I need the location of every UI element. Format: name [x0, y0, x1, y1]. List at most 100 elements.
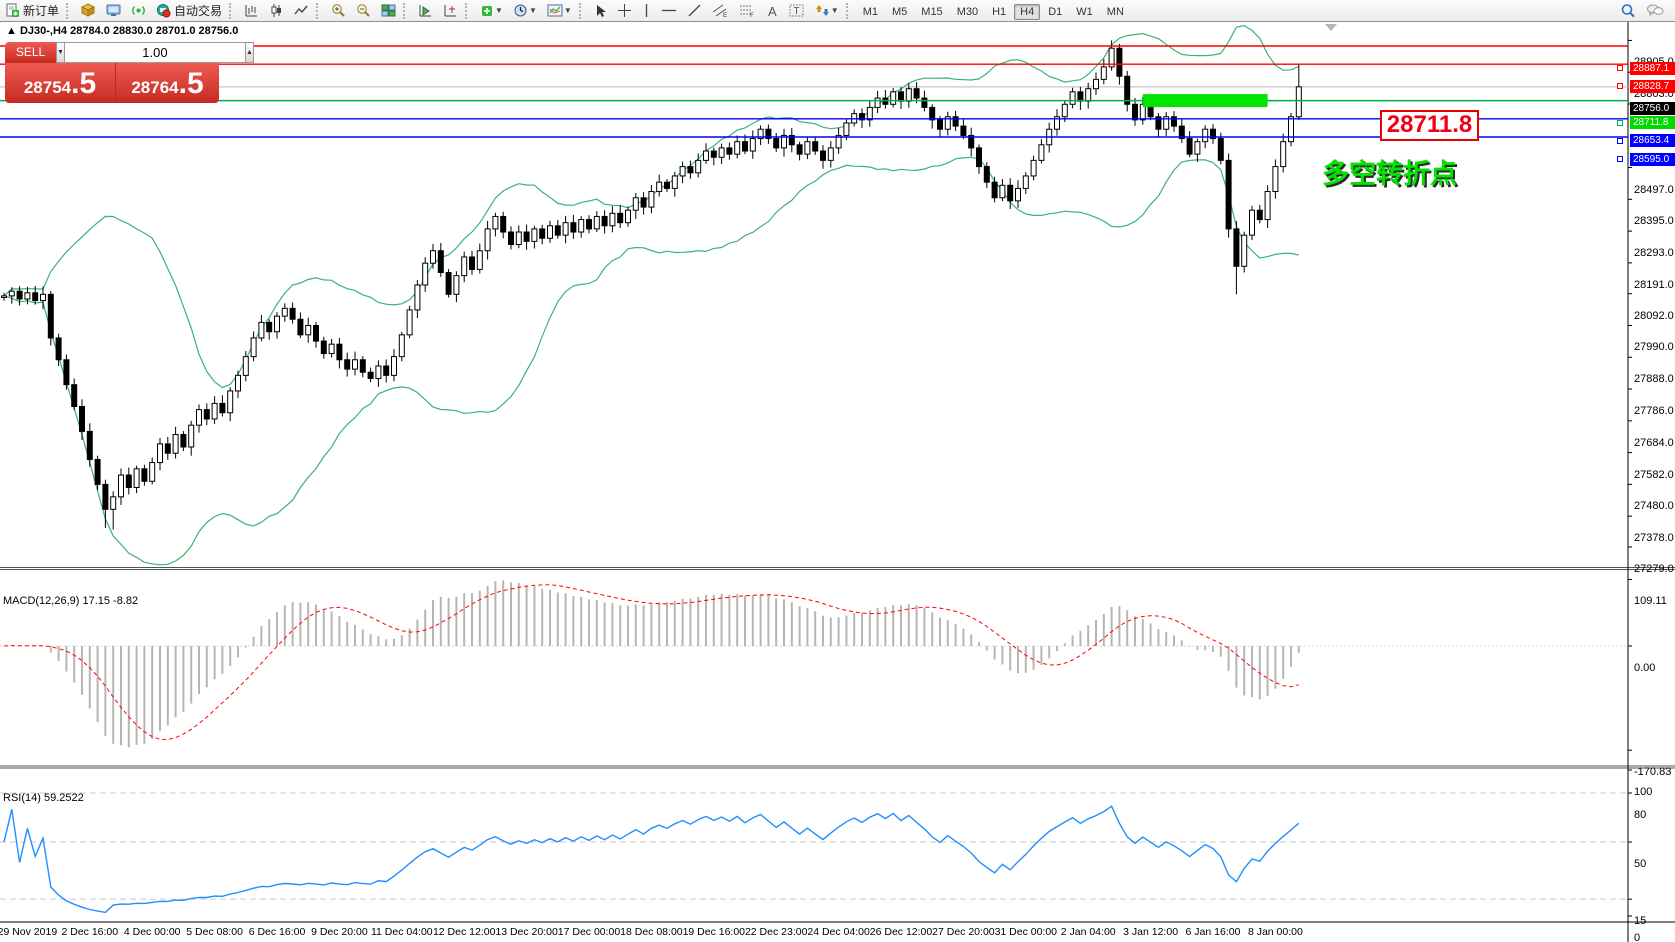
- price-tick-label: 28191.0: [1634, 279, 1674, 291]
- chart-ohlc-title: ▲ DJ30-,H4 28784.0 28830.0 28701.0 28756…: [6, 25, 238, 37]
- date-tick-label: 6 Jan 16:00: [1186, 926, 1241, 938]
- date-tick-label: 3 Jan 12:00: [1123, 926, 1178, 938]
- line-handle[interactable]: [1617, 83, 1623, 89]
- timeframe-button-d1[interactable]: D1: [1042, 4, 1068, 20]
- timeframe-button-mn[interactable]: MN: [1101, 4, 1130, 20]
- sell-price-frac: .5: [71, 67, 96, 100]
- timeframe-button-h1[interactable]: H1: [986, 4, 1012, 20]
- toolbar-separator: [403, 3, 411, 19]
- macd-label: MACD(12,26,9) 17.15 -8.82: [3, 595, 138, 607]
- cursor-button[interactable]: [590, 1, 611, 21]
- dropdown-caret-icon: ▼: [495, 6, 503, 15]
- chat-button[interactable]: [1642, 1, 1668, 21]
- text-button[interactable]: A: [762, 1, 783, 21]
- fibonacci-button[interactable]: F: [735, 1, 760, 21]
- templates-icon: [547, 3, 563, 18]
- mt4-window: 新订单 自动交易: [0, 0, 1675, 942]
- bar-chart-button[interactable]: [240, 1, 263, 21]
- highlight-zone[interactable]: [1143, 94, 1268, 107]
- sell-button-tab[interactable]: SELL: [5, 42, 56, 63]
- price-tick-label: 27684.0: [1634, 437, 1674, 449]
- timeframe-button-w1[interactable]: W1: [1070, 4, 1099, 20]
- macd-axis-label: 0.00: [1634, 662, 1655, 674]
- line-chart-icon: [294, 3, 309, 18]
- timeframe-button-m30[interactable]: M30: [951, 4, 984, 20]
- equidistant-channel-button[interactable]: E: [708, 1, 733, 21]
- date-tick-label: 24 Dec 04:00: [807, 926, 869, 938]
- svg-text:F: F: [750, 13, 754, 18]
- bollinger-bands: [4, 26, 1299, 565]
- periods-button[interactable]: ▼: [509, 1, 541, 21]
- volume-increase-button[interactable]: ▲: [245, 42, 254, 63]
- timeframe-button-h4[interactable]: H4: [1014, 4, 1040, 20]
- toolbar-separator: [66, 3, 74, 19]
- rsi-axis-label: 50: [1634, 858, 1646, 870]
- macd-axis-label: 109.11: [1634, 595, 1667, 607]
- candlestick-button[interactable]: [265, 1, 288, 21]
- autotrading-label: 自动交易: [174, 2, 222, 19]
- new-order-button[interactable]: 新订单: [1, 1, 63, 21]
- volume-input[interactable]: [65, 42, 245, 63]
- line-handle[interactable]: [1617, 138, 1623, 144]
- chat-icon: [1646, 3, 1664, 18]
- text-label-icon: T: [789, 3, 805, 18]
- line-handle[interactable]: [1617, 65, 1623, 71]
- zoom-out-icon: [356, 3, 371, 18]
- line-chart-button[interactable]: [290, 1, 313, 21]
- timeframe-button-m15[interactable]: M15: [915, 4, 948, 20]
- price-callout-label[interactable]: 28711.8: [1380, 110, 1479, 141]
- date-tick-label: 26 Dec 12:00: [870, 926, 932, 938]
- price-tick-label: 27888.0: [1634, 373, 1674, 385]
- search-button[interactable]: [1616, 1, 1640, 21]
- toolbar-separator: [846, 3, 854, 19]
- horizontal-line-button[interactable]: [657, 1, 681, 21]
- chart-area[interactable]: 28905.028803.028701.028497.028395.028293…: [0, 22, 1675, 942]
- chart-shift-button[interactable]: [439, 1, 462, 21]
- timeframe-button-m1[interactable]: M1: [857, 4, 884, 20]
- cursor-icon: [594, 4, 607, 18]
- zoom-out-button[interactable]: [352, 1, 375, 21]
- price-tick-label: 27786.0: [1634, 405, 1674, 417]
- signal-button[interactable]: [127, 1, 150, 21]
- tile-windows-icon: [381, 3, 396, 18]
- templates-button[interactable]: ▼: [543, 1, 576, 21]
- chart-shift-marker-icon[interactable]: [1325, 24, 1337, 31]
- price-tick-label: 27378.0: [1634, 532, 1674, 544]
- buy-price-main: 28764: [131, 78, 178, 97]
- date-tick-label: 2 Dec 16:00: [61, 926, 118, 938]
- crosshair-button[interactable]: [613, 1, 636, 21]
- timeframe-button-m5[interactable]: M5: [886, 4, 913, 20]
- tile-windows-button[interactable]: [377, 1, 400, 21]
- dropdown-caret-icon: ▼: [529, 6, 537, 15]
- line-handle[interactable]: [1617, 156, 1623, 162]
- trendline-button[interactable]: [683, 1, 706, 21]
- zoom-in-button[interactable]: [327, 1, 350, 21]
- vertical-line-icon: [642, 3, 651, 18]
- sell-label: SELL: [5, 45, 56, 59]
- buy-price-button[interactable]: 28764.5: [116, 63, 219, 103]
- arrows-button[interactable]: ▼: [811, 1, 843, 21]
- text-icon: A: [766, 4, 779, 18]
- monitor-button[interactable]: [102, 1, 125, 21]
- dropdown-caret-icon: ▼: [831, 6, 839, 15]
- text-label-button[interactable]: T: [785, 1, 809, 21]
- collapse-arrow-icon[interactable]: ▲: [6, 25, 17, 37]
- rsi-axis-label: 80: [1634, 809, 1646, 821]
- autotrading-button[interactable]: 自动交易: [152, 1, 226, 21]
- vertical-line-button[interactable]: [638, 1, 655, 21]
- trendline-icon: [687, 3, 702, 18]
- price-tick-label: 27990.0: [1634, 341, 1674, 353]
- sell-price-button[interactable]: 28754.5: [5, 63, 116, 103]
- add-indicator-button[interactable]: ▼: [476, 1, 507, 21]
- turning-point-annotation[interactable]: 多空转折点: [1322, 152, 1457, 191]
- price-tick-label: 28497.0: [1634, 184, 1674, 196]
- crosshair-icon: [617, 3, 632, 18]
- price-tag-label: 28828.7: [1630, 80, 1675, 93]
- box-button[interactable]: [77, 1, 100, 21]
- line-handle[interactable]: [1617, 120, 1623, 126]
- volume-decrease-button[interactable]: ▼: [56, 42, 65, 63]
- equidistant-channel-icon: E: [712, 3, 729, 18]
- fibonacci-icon: F: [739, 3, 756, 18]
- rsi-axis-label: 15: [1634, 915, 1646, 927]
- new-chart-button[interactable]: [414, 1, 437, 21]
